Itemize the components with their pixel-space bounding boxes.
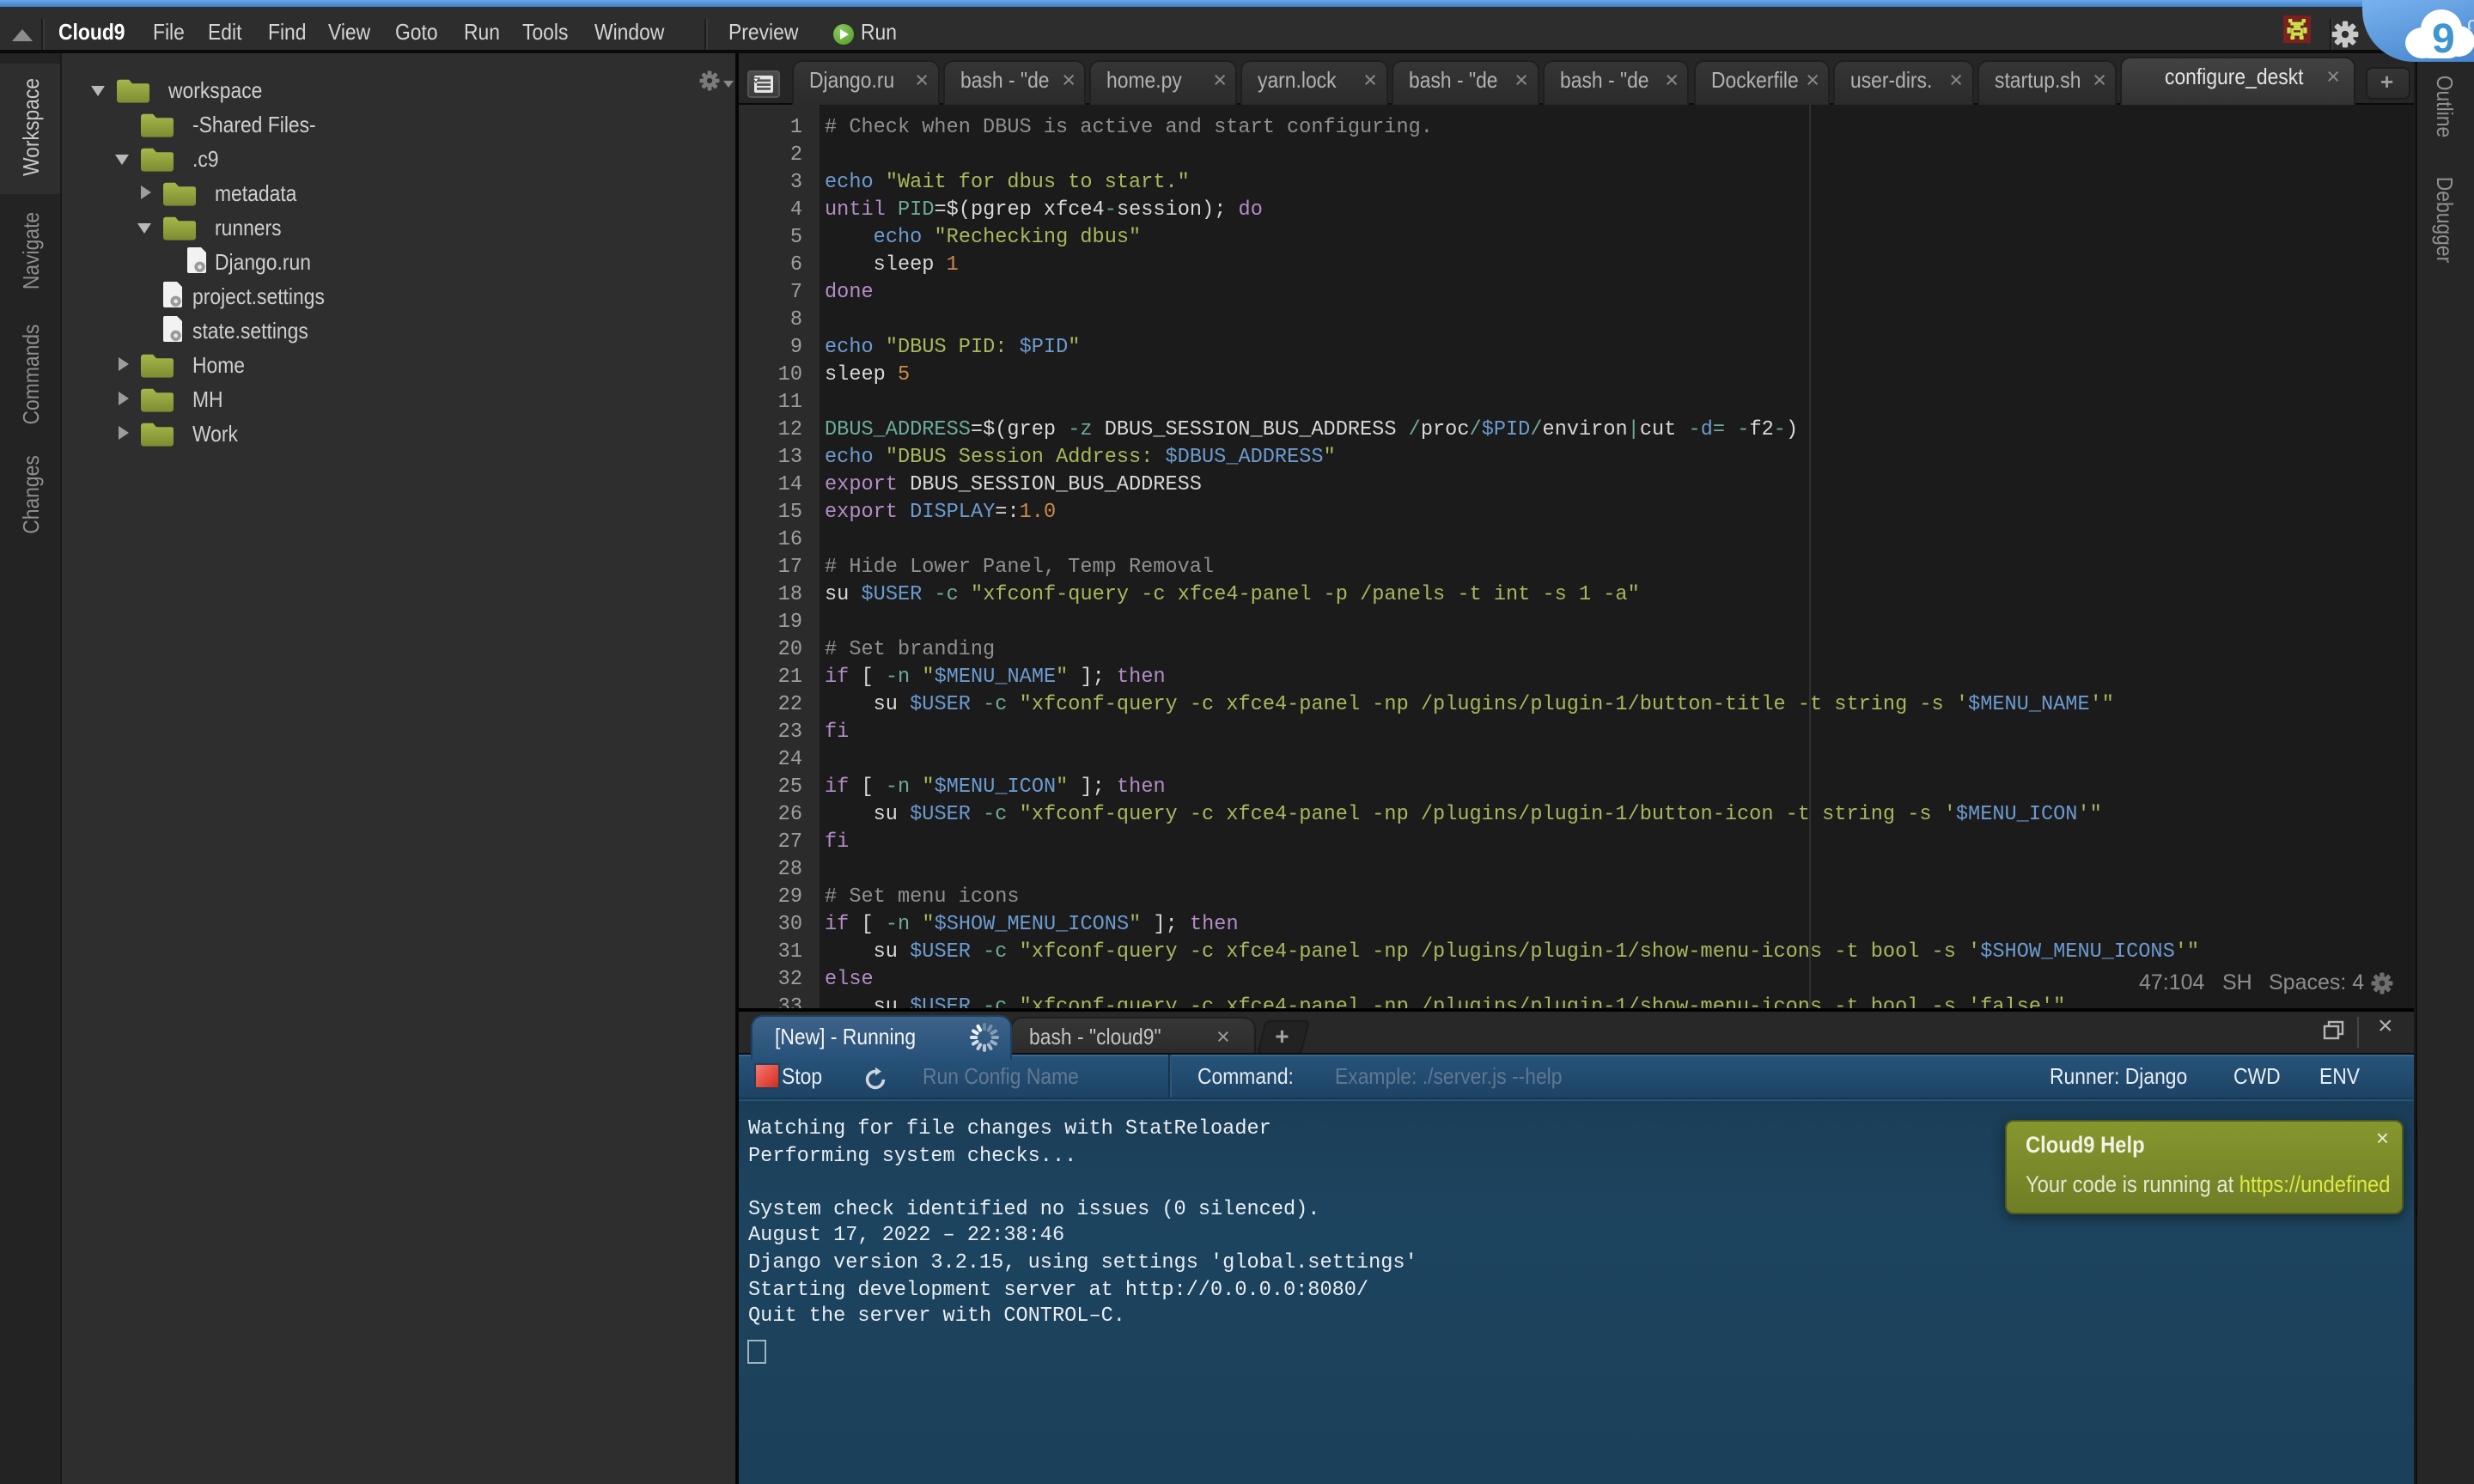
svg-text:9: 9 bbox=[2432, 16, 2455, 60]
